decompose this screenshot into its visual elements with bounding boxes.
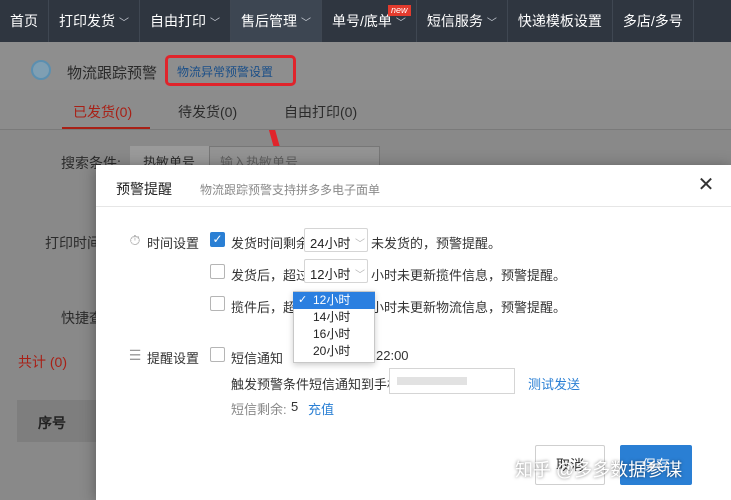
nav-label: 自由打印 bbox=[150, 13, 206, 29]
sms-checkbox[interactable] bbox=[210, 347, 225, 362]
nav-free-print[interactable]: 自由打印 ﹀ bbox=[140, 0, 231, 42]
rule3-suffix: 小时未更新物流信息，预警提醒。 bbox=[371, 300, 567, 315]
print-time-label: 打印时间 bbox=[45, 235, 101, 251]
sms-label: 短信通知 bbox=[231, 351, 284, 366]
dropdown-option[interactable]: 14小时 bbox=[293, 309, 375, 326]
phone-value-redacted bbox=[397, 377, 467, 385]
new-badge: new bbox=[388, 5, 411, 16]
sms-remaining-label: 短信剩余: bbox=[231, 402, 287, 417]
modal-title: 预警提醒 bbox=[116, 181, 172, 197]
nav-label: 首页 bbox=[10, 13, 38, 29]
rule1-prefix: 发货时间剩余 bbox=[231, 236, 310, 251]
watermark: 知乎 @多多数据参谋 bbox=[515, 460, 683, 480]
nav-sms-service[interactable]: 短信服务 ﹀ bbox=[417, 0, 508, 42]
chevron-down-icon: ﹀ bbox=[210, 17, 220, 29]
nav-label: 售后管理 bbox=[241, 13, 297, 29]
nav-express-template[interactable]: 快递模板设置 bbox=[508, 0, 613, 42]
tab-pending[interactable]: 待发货(0) bbox=[178, 102, 237, 122]
total-count: 共计 (0) bbox=[18, 354, 67, 370]
tab-active-indicator bbox=[62, 127, 150, 129]
modal-header bbox=[96, 165, 731, 207]
remind-section-label: 提醒设置 bbox=[147, 351, 200, 366]
nav-label: 快递模板设置 bbox=[517, 13, 602, 29]
nav-home[interactable]: 首页 bbox=[0, 0, 49, 42]
sms-time: 22:00 bbox=[376, 348, 409, 363]
chat-icon: ☰ bbox=[128, 347, 142, 363]
nav-print-ship[interactable]: 打印发货 ﹀ bbox=[49, 0, 140, 42]
rule3-checkbox[interactable] bbox=[210, 296, 225, 311]
rule1-checkbox[interactable]: ✓ bbox=[210, 232, 225, 247]
phone-label: 触发预警条件短信通知到手机 bbox=[231, 377, 401, 392]
modal-subtitle: 物流跟踪预警支持拼多多电子面单 bbox=[200, 183, 381, 197]
rule1-hours-value: 24小时 bbox=[310, 236, 351, 251]
chevron-down-icon: ﹀ bbox=[355, 270, 365, 281]
rule2-checkbox[interactable] bbox=[210, 264, 225, 279]
sms-remaining-value: 5 bbox=[291, 399, 299, 414]
nav-label: 多店/多号 bbox=[622, 13, 683, 29]
nav-label: 打印发货 bbox=[59, 13, 115, 29]
test-send-link[interactable]: 测试发送 bbox=[528, 374, 580, 393]
close-icon[interactable]: ✕ bbox=[697, 175, 715, 195]
nav-after-sales[interactable]: 售后管理 ﹀ bbox=[231, 0, 322, 42]
chevron-down-icon: ﹀ bbox=[486, 17, 497, 29]
dropdown-option[interactable]: 16小时 bbox=[293, 326, 375, 343]
chevron-down-icon: ﹀ bbox=[301, 17, 311, 29]
recharge-link[interactable]: 充值 bbox=[308, 399, 334, 418]
top-nav: 首页 打印发货 ﹀ 自由打印 ﹀ 售后管理 ﹀ 单号/底单 new ﹀ 短信服务 ﹀ 快递模… bbox=[0, 0, 731, 42]
nav-label: 单号/底单 bbox=[332, 13, 392, 29]
rule2-prefix: 发货后，超过 bbox=[231, 268, 310, 283]
rule2-suffix: 小时未更新揽件信息，预警提醒。 bbox=[371, 268, 567, 283]
time-section-label: 时间设置 bbox=[147, 236, 200, 251]
timer-icon: ⏱ bbox=[129, 232, 141, 248]
dropdown-option[interactable]: 20小时 bbox=[293, 343, 375, 360]
alert-settings-link[interactable]: 物流异常预警设置 bbox=[177, 63, 273, 80]
nav-tracking-number[interactable]: 单号/底单 new ﹀ bbox=[322, 0, 417, 42]
rule1-suffix: 未发货的，预警提醒。 bbox=[371, 236, 502, 251]
chevron-down-icon: ﹀ bbox=[119, 17, 129, 29]
nav-label: 短信服务 bbox=[426, 13, 483, 29]
rule2-hours-value: 12小时 bbox=[310, 267, 351, 282]
tracking-icon bbox=[31, 60, 51, 80]
page-title: 物流跟踪预警 bbox=[67, 65, 158, 82]
tab-free-print[interactable]: 自由打印(0) bbox=[284, 102, 357, 122]
check-icon: ✓ bbox=[298, 294, 308, 306]
chevron-down-icon: ﹀ bbox=[355, 239, 365, 250]
tab-shipped[interactable]: 已发货(0) bbox=[73, 102, 132, 122]
table-col-index: 序号 bbox=[38, 415, 66, 431]
nav-multi-store[interactable]: 多店/多号 bbox=[613, 0, 694, 42]
